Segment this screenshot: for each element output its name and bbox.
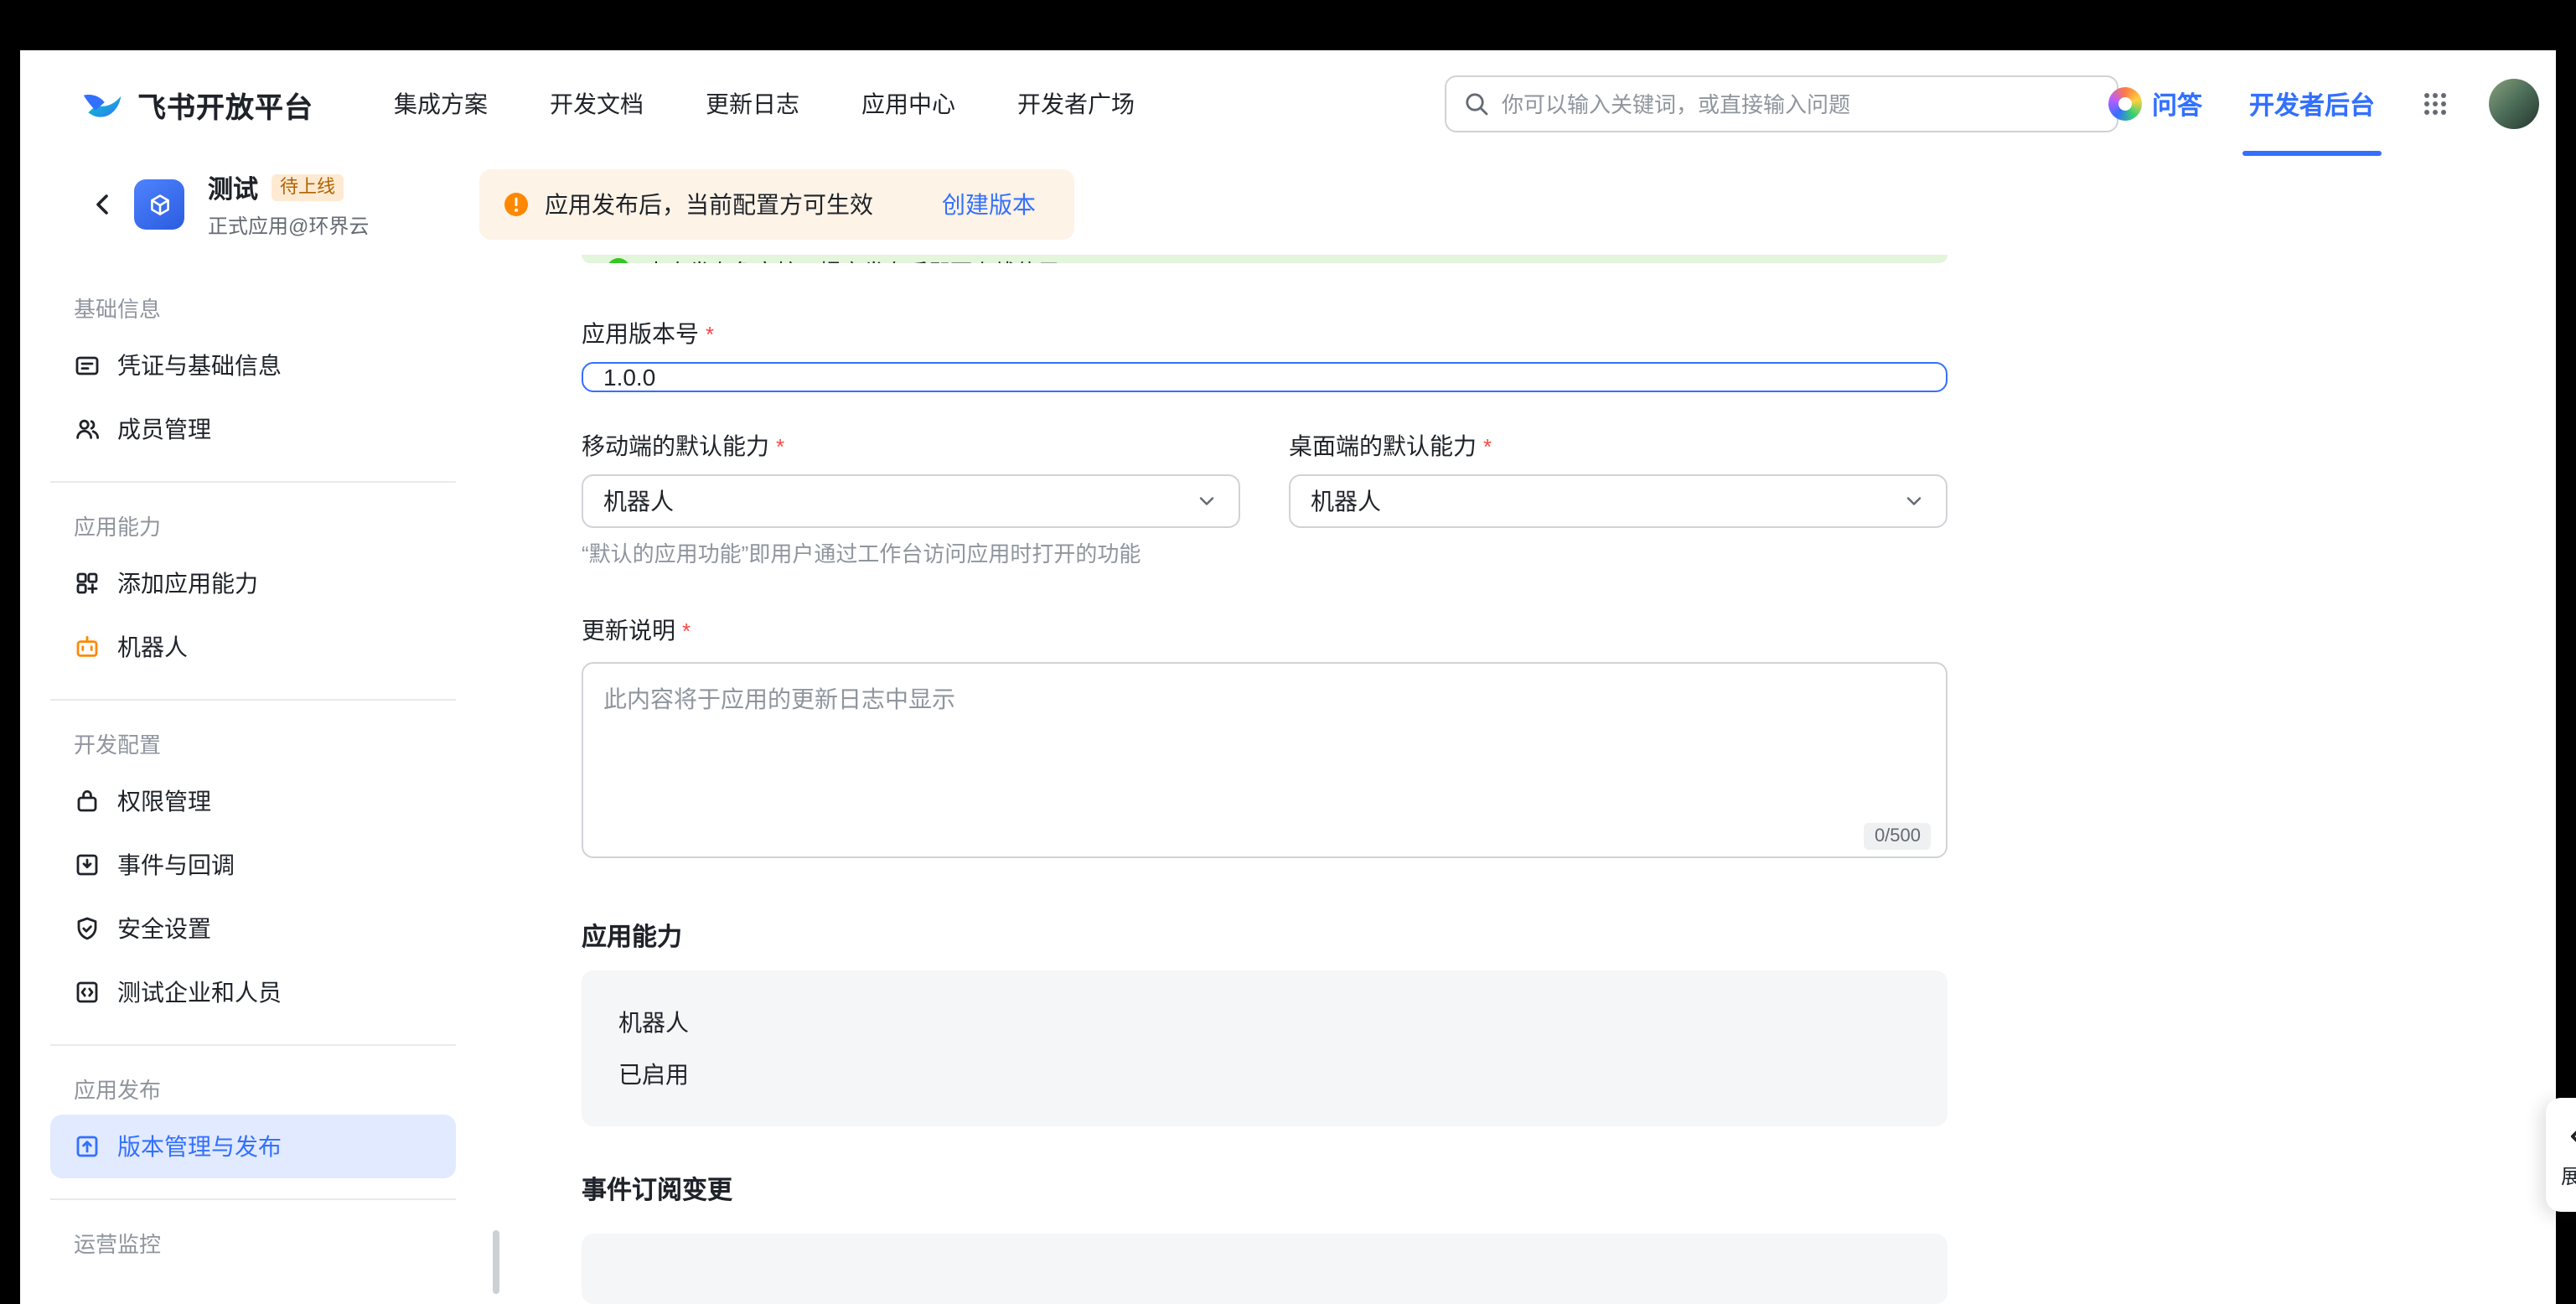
page: 飞书开放平台 集成方案 开发文档 更新日志 应用中心 开发者广场 <box>20 50 2556 1304</box>
search-input[interactable] <box>1502 91 2100 116</box>
nav-item-integration[interactable]: 集成方案 <box>394 87 488 121</box>
tab-developer-console[interactable]: 开发者后台 <box>2249 86 2375 122</box>
expand-panel-button[interactable]: 展开 <box>2546 1098 2576 1212</box>
char-counter: 0/500 <box>1865 823 1931 850</box>
sidebar-section-capabilities: 应用能力 <box>50 510 456 541</box>
sidebar-divider <box>50 1198 456 1200</box>
search-icon <box>1463 91 1490 117</box>
version-field-label: 应用版本号 <box>582 317 1948 352</box>
desktop-capability-select[interactable]: 机器人 <box>1289 474 1948 528</box>
version-input[interactable] <box>582 362 1948 392</box>
members-icon <box>74 416 101 442</box>
success-banner: 本次发布免审核，提交发布后即可上线使用 <box>582 255 1948 263</box>
nav-item-dev-plaza[interactable]: 开发者广场 <box>1017 87 1135 121</box>
security-icon <box>74 915 101 942</box>
global-search[interactable] <box>1445 75 2118 132</box>
sidebar-scrollbar-thumb[interactable] <box>493 1230 499 1294</box>
app-capability-title: 应用能力 <box>582 920 1948 957</box>
app-capability-panel: 机器人 已启用 <box>582 970 1948 1126</box>
chevron-down-icon <box>1902 489 1926 513</box>
sidebar-item-label: 机器人 <box>117 630 188 664</box>
publish-warning-banner: 应用发布后，当前配置方可生效 创建版本 <box>479 169 1074 240</box>
app-name: 测试 <box>208 170 258 205</box>
main-content: 本次发布免审核，提交发布后即可上线使用 应用版本号 移动端的默认能力 机器人 <box>582 251 1948 1304</box>
event-subscription-title: 事件订阅变更 <box>582 1173 1948 1210</box>
top-navbar: 飞书开放平台 集成方案 开发文档 更新日志 应用中心 开发者广场 <box>20 50 2556 158</box>
sidebar-divider <box>50 699 456 701</box>
app-subtitle: 正式应用@环界云 <box>208 210 459 239</box>
sidebar-section-basic-info: 基础信息 <box>50 292 456 323</box>
app-subheader: 测试 待上线 正式应用@环界云 应用发布后，当前配置方可生效 创建版本 <box>20 158 2556 251</box>
release-icon <box>74 1133 101 1160</box>
sidebar-item-security[interactable]: 安全设置 <box>50 897 456 960</box>
credential-icon <box>74 352 101 379</box>
warning-icon <box>503 191 530 218</box>
robot-icon <box>74 634 101 660</box>
sidebar-item-label: 凭证与基础信息 <box>117 349 282 382</box>
primary-nav: 集成方案 开发文档 更新日志 应用中心 开发者广场 <box>394 87 1135 121</box>
capability-name: 机器人 <box>618 1006 1911 1039</box>
warning-text: 应用发布后，当前配置方可生效 <box>545 188 873 221</box>
nav-item-app-center[interactable]: 应用中心 <box>861 87 955 121</box>
sidebar-item-label: 测试企业和人员 <box>117 975 282 1009</box>
feishu-logo[interactable]: 飞书开放平台 <box>80 82 313 126</box>
update-notes-label: 更新说明 <box>582 613 1948 649</box>
sidebar-item-permissions[interactable]: 权限管理 <box>50 769 456 833</box>
success-banner-text: 本次发布免审核，提交发布后即可上线使用 <box>645 255 1059 263</box>
mobile-capability-label: 移动端的默认能力 <box>582 429 1240 464</box>
capability-hint: “默认的应用功能”即用户通过工作台访问应用时打开的功能 <box>582 540 1948 570</box>
back-button[interactable] <box>85 188 119 221</box>
status-badge: 待上线 <box>272 174 344 201</box>
success-check-icon <box>605 256 632 263</box>
sidebar-item-members[interactable]: 成员管理 <box>50 397 456 461</box>
sidebar-item-label: 版本管理与发布 <box>117 1130 282 1163</box>
test-org-icon <box>74 979 101 1006</box>
sidebar-item-credentials[interactable]: 凭证与基础信息 <box>50 334 456 397</box>
user-avatar[interactable] <box>2489 79 2539 129</box>
sidebar-item-label: 安全设置 <box>117 912 211 945</box>
sidebar-item-events[interactable]: 事件与回调 <box>50 833 456 897</box>
capability-status: 已启用 <box>618 1058 1911 1091</box>
mobile-capability-value: 机器人 <box>603 484 674 518</box>
sidebar-item-label: 权限管理 <box>117 784 211 818</box>
sidebar-section-monitoring: 运营监控 <box>50 1227 456 1259</box>
sidebar-divider <box>50 481 456 483</box>
sidebar-section-release: 应用发布 <box>50 1073 456 1105</box>
sidebar-item-bot[interactable]: 机器人 <box>50 615 456 679</box>
logo-text: 飞书开放平台 <box>137 83 313 125</box>
sidebar-item-test-org[interactable]: 测试企业和人员 <box>50 960 456 1024</box>
double-chevron-left-icon <box>2566 1120 2576 1151</box>
add-capability-icon <box>74 570 101 597</box>
expand-label: 展开 <box>2561 1161 2576 1189</box>
chevron-down-icon <box>1195 489 1218 513</box>
event-icon <box>74 851 101 878</box>
sidebar-item-add-capability[interactable]: 添加应用能力 <box>50 551 456 615</box>
sidebar-item-label: 成员管理 <box>117 412 211 446</box>
desktop-capability-value: 机器人 <box>1311 484 1381 518</box>
sidebar-section-dev-config: 开发配置 <box>50 727 456 759</box>
desktop-capability-label: 桌面端的默认能力 <box>1289 429 1948 464</box>
qa-button[interactable]: 问答 <box>2108 86 2202 122</box>
navbar-right: 问答 开发者后台 <box>2108 50 2539 158</box>
mobile-capability-select[interactable]: 机器人 <box>582 474 1240 528</box>
permission-icon <box>74 788 101 815</box>
sidebar-item-label: 事件与回调 <box>117 848 235 882</box>
app-title-block: 测试 待上线 正式应用@环界云 <box>208 170 459 239</box>
nav-item-changelog[interactable]: 更新日志 <box>706 87 799 121</box>
qa-label: 问答 <box>2152 86 2202 122</box>
event-subscription-panel <box>582 1234 1948 1304</box>
app-icon <box>134 179 184 230</box>
feishu-logo-icon <box>80 82 124 126</box>
apps-grid-icon[interactable] <box>2422 91 2449 117</box>
sidebar-divider <box>50 1044 456 1046</box>
update-notes-textarea[interactable] <box>582 662 1948 858</box>
nav-item-docs[interactable]: 开发文档 <box>550 87 644 121</box>
qa-colorful-icon <box>2108 87 2142 121</box>
sidebar-item-version-release[interactable]: 版本管理与发布 <box>50 1115 456 1178</box>
create-version-link[interactable]: 创建版本 <box>942 188 1036 221</box>
sidebar: 基础信息 凭证与基础信息 成员管理 应用能力 <box>20 251 456 1304</box>
sidebar-item-label: 添加应用能力 <box>117 567 258 600</box>
